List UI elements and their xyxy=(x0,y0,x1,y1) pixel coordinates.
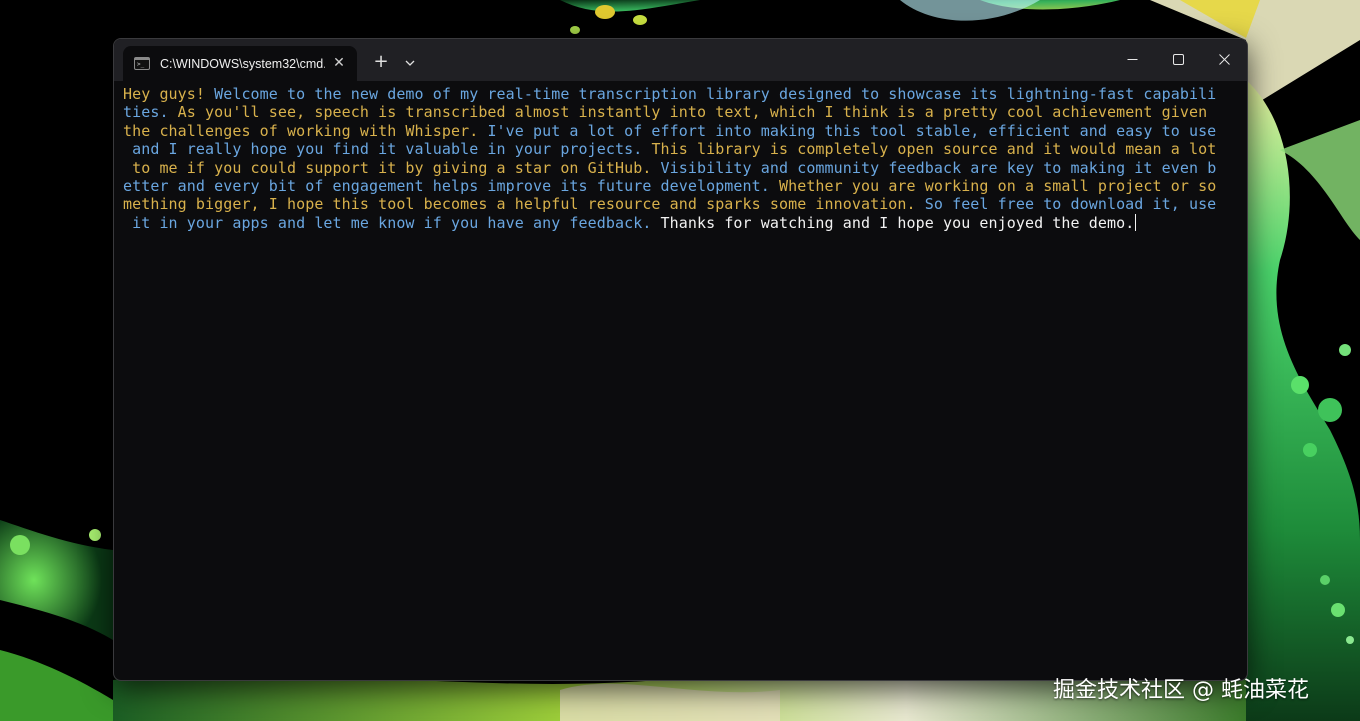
terminal-text-segment: it in your apps and let me know if you h… xyxy=(123,213,661,232)
maximize-icon xyxy=(1172,53,1184,65)
close-window-button[interactable] xyxy=(1201,39,1247,79)
window-controls xyxy=(1109,39,1247,79)
text-cursor xyxy=(1135,213,1137,231)
minimize-button[interactable] xyxy=(1109,39,1155,79)
terminal-line: the challenges of working with Whisper. … xyxy=(123,122,1233,140)
terminal-text-segment: to me if you could support it by giving … xyxy=(123,158,661,177)
minimize-icon xyxy=(1127,58,1137,60)
terminal-text-segment: the challenges of working with Whisper. xyxy=(123,121,488,140)
terminal-line: it in your apps and let me know if you h… xyxy=(123,213,1233,232)
terminal-text-segment: This library is completely open source a… xyxy=(651,140,1217,159)
terminal-line: ties. As you'll see, speech is transcrib… xyxy=(123,103,1233,121)
tab-cmd[interactable]: >_ C:\WINDOWS\system32\cmd. ✕ xyxy=(123,46,357,81)
terminal-text-segment: etter and every bit of engagement helps … xyxy=(123,176,779,195)
terminal-text-segment: I've put a lot of effort into making thi… xyxy=(487,121,1217,140)
tab-title: C:\WINDOWS\system32\cmd. xyxy=(160,56,325,71)
terminal-text-segment: ties. xyxy=(123,103,178,122)
terminal-output[interactable]: Hey guys! Welcome to the new demo of my … xyxy=(123,85,1233,232)
terminal-text-segment: Hey guys! xyxy=(123,85,215,103)
terminal-line: and I really hope you find it valuable i… xyxy=(123,140,1233,158)
terminal-line: mething bigger, I hope this tool becomes… xyxy=(123,195,1233,213)
terminal-line: Hey guys! Welcome to the new demo of my … xyxy=(123,85,1233,103)
terminal-text-segment: Welcome to the new demo of my real-time … xyxy=(214,85,1217,103)
maximize-button[interactable] xyxy=(1155,39,1201,79)
terminal-text-segment: Thanks for watching and I hope you enjoy… xyxy=(660,213,1135,232)
plus-icon[interactable]: + xyxy=(370,52,392,74)
close-icon[interactable]: ✕ xyxy=(331,55,347,71)
watermark: 掘金技术社区 @ 蚝油菜花 xyxy=(1053,678,1309,703)
terminal-text-segment: and I really hope you find it valuable i… xyxy=(123,140,652,159)
terminal-text-segment: As you'll see, speech is transcribed alm… xyxy=(177,103,1208,122)
terminal-text-segment: Whether you are working on a small proje… xyxy=(778,176,1217,195)
terminal-line: etter and every bit of engagement helps … xyxy=(123,177,1233,195)
chevron-down-icon[interactable] xyxy=(399,52,421,74)
terminal-line: to me if you could support it by giving … xyxy=(123,159,1233,177)
close-icon xyxy=(1218,53,1230,65)
terminal-text-segment: mething bigger, I hope this tool becomes… xyxy=(123,195,925,214)
terminal-window: >_ C:\WINDOWS\system32\cmd. ✕ + Hey guys… xyxy=(113,38,1248,681)
title-bar[interactable]: >_ C:\WINDOWS\system32\cmd. ✕ + xyxy=(114,39,1247,81)
terminal-text-segment: Visibility and community feedback are ke… xyxy=(660,158,1217,177)
console-icon: >_ xyxy=(134,57,150,70)
terminal-text-segment: So feel free to download it, use xyxy=(924,195,1217,214)
